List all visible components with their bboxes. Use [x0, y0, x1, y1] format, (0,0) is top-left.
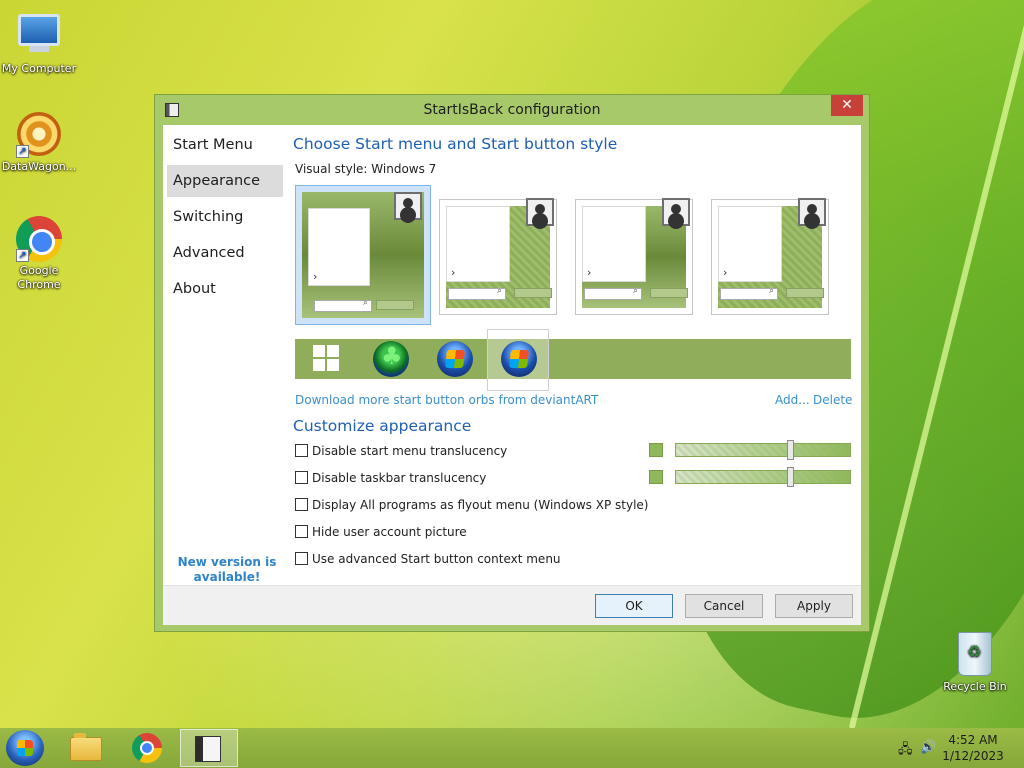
start-orb-strip — [295, 329, 851, 391]
nav-item-appearance[interactable]: Appearance — [167, 165, 283, 197]
desktop-icon-datawagon[interactable]: ↗ DataWagon... — [0, 112, 78, 174]
desktop-icon-label: Google Chrome — [17, 264, 61, 291]
ok-button[interactable]: OK — [595, 594, 673, 618]
nav-item-about[interactable]: About — [167, 273, 283, 305]
network-icon[interactable]: 🖧 — [898, 740, 913, 762]
style-preview-2[interactable] — [439, 198, 557, 315]
recycle-bin-icon — [952, 632, 998, 678]
desktop-icon-my-computer[interactable]: My Computer — [0, 10, 78, 76]
clock-date: 1/12/2023 — [942, 749, 1004, 763]
close-button[interactable]: ✕ — [831, 95, 863, 116]
volume-icon[interactable]: 🔊 — [920, 740, 936, 755]
download-orbs-link[interactable]: Download more start button orbs from dev… — [295, 393, 598, 407]
user-picture-icon — [394, 192, 422, 220]
dialog-title: StartIsBack configuration — [423, 102, 601, 118]
slider-thumb[interactable] — [787, 467, 795, 487]
nav-item-switching[interactable]: Switching — [167, 201, 283, 233]
taskbar-item-chrome[interactable] — [118, 729, 176, 767]
desktop-icon-google-chrome[interactable]: ↗ Google Chrome — [0, 216, 78, 292]
visual-style-value[interactable]: Windows 7 — [371, 162, 436, 176]
start-menu-color-swatch[interactable] — [649, 443, 663, 457]
taskbar-item-startisback[interactable] — [180, 729, 238, 767]
option-taskbar-translucency[interactable]: Disable taskbar translucency — [295, 471, 486, 487]
new-version-link[interactable]: New version is available! — [171, 555, 283, 585]
option-start-menu-translucency[interactable]: Disable start menu translucency — [295, 444, 507, 460]
apply-button[interactable]: Apply — [775, 594, 853, 618]
option-label: Hide user account picture — [312, 525, 467, 539]
checkbox[interactable] — [295, 525, 308, 538]
computer-icon — [16, 14, 62, 60]
shortcut-arrow-icon: ↗ — [16, 249, 29, 262]
delete-orb-link[interactable]: Delete — [813, 393, 852, 407]
dialog-client: Start Menu Appearance Switching Advanced… — [163, 125, 861, 625]
style-preview-3[interactable] — [575, 198, 693, 315]
dialog-titlebar[interactable]: StartIsBack configuration ✕ — [155, 95, 869, 125]
chrome-icon: ↗ — [16, 216, 62, 262]
desktop-icon-label: Recycle Bin — [943, 680, 1007, 693]
add-orb-link[interactable]: Add... — [775, 393, 810, 407]
taskbar-clock[interactable]: 4:52 AM 1/12/2023 — [938, 732, 1008, 764]
taskbar: 🖧 🔊 4:52 AM 1/12/2023 — [0, 728, 1024, 768]
appearance-panel: Choose Start menu and Start button style… — [293, 125, 861, 585]
clock-time: 4:52 AM — [948, 733, 998, 747]
desktop-icon-label: My Computer — [1, 62, 77, 75]
option-label: Display All programs as flyout menu (Win… — [312, 498, 649, 512]
windows8-logo-icon[interactable] — [313, 345, 341, 373]
nav-item-start-menu[interactable]: Start Menu — [167, 129, 283, 161]
shortcut-arrow-icon: ↗ — [16, 145, 29, 158]
desktop-icon-label: DataWagon... — [1, 160, 77, 173]
start-menu-opacity-slider[interactable] — [675, 443, 851, 457]
section-heading-customize: Customize appearance — [293, 417, 472, 435]
windows7-orb-icon[interactable] — [501, 341, 537, 377]
checkbox[interactable] — [295, 471, 308, 484]
visual-style-row: Visual style: Windows 7 — [295, 162, 436, 176]
slider-thumb[interactable] — [787, 440, 795, 460]
option-label: Disable start menu translucency — [312, 444, 508, 458]
sidebar-nav: Start Menu Appearance Switching Advanced… — [163, 125, 291, 585]
option-advanced-context-menu[interactable]: Use advanced Start button context menu — [295, 552, 561, 568]
style-preview-1[interactable] — [295, 185, 431, 325]
option-label: Disable taskbar translucency — [312, 471, 487, 485]
taskbar-item-file-explorer[interactable] — [56, 729, 114, 767]
checkbox[interactable] — [295, 444, 308, 457]
user-picture-icon — [526, 198, 554, 226]
checkbox[interactable] — [295, 498, 308, 511]
checkbox[interactable] — [295, 552, 308, 565]
dialog-footer: OK Cancel Apply — [163, 585, 861, 625]
section-heading-style: Choose Start menu and Start button style — [293, 135, 618, 153]
cancel-button[interactable]: Cancel — [685, 594, 763, 618]
option-all-programs-flyout[interactable]: Display All programs as flyout menu (Win… — [295, 498, 648, 514]
option-hide-user-picture[interactable]: Hide user account picture — [295, 525, 467, 541]
windows7-orb-icon[interactable] — [437, 341, 473, 377]
startisback-icon — [195, 736, 221, 762]
style-preview-4[interactable] — [711, 198, 829, 315]
clover-orb-icon[interactable] — [373, 341, 409, 377]
desktop-icon-recycle-bin[interactable]: Recycle Bin — [936, 632, 1014, 694]
user-picture-icon — [662, 198, 690, 226]
taskbar-color-swatch[interactable] — [649, 470, 663, 484]
startisback-config-dialog: StartIsBack configuration ✕ Start Menu A… — [154, 94, 870, 632]
datawagon-icon: ↗ — [16, 112, 62, 158]
user-picture-icon — [798, 198, 826, 226]
nav-item-advanced[interactable]: Advanced — [167, 237, 283, 269]
file-explorer-icon — [70, 733, 102, 761]
start-button[interactable] — [6, 730, 44, 766]
taskbar-opacity-slider[interactable] — [675, 470, 851, 484]
chrome-icon — [132, 733, 162, 763]
visual-style-label: Visual style: — [295, 162, 368, 176]
option-label: Use advanced Start button context menu — [312, 552, 561, 566]
